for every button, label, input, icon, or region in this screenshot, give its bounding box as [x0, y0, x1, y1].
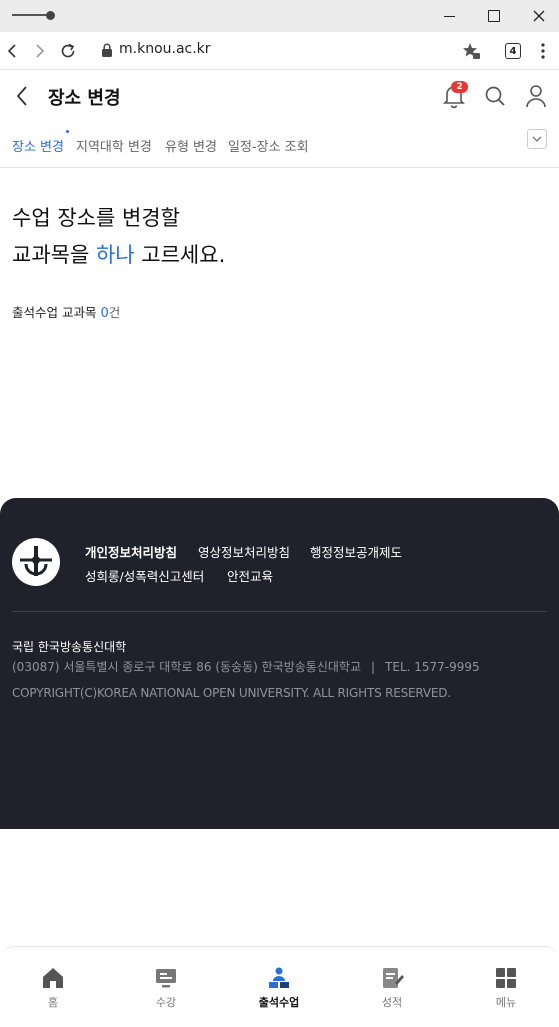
star-puzzle-icon — [463, 43, 480, 59]
headline-pre: 교과목을 — [12, 243, 96, 267]
tab-region-change[interactable]: 지역대학 변경 — [76, 136, 152, 155]
nav-menu[interactable]: 메뉴 — [466, 965, 546, 1010]
grade-icon — [383, 968, 404, 988]
footer-link-cctv[interactable]: 영상정보처리방침 — [198, 542, 290, 561]
tab-switcher-button[interactable]: 4 — [501, 39, 525, 63]
search-icon — [485, 86, 505, 106]
more-vert-icon — [541, 43, 545, 59]
browser-forward-button[interactable] — [28, 39, 52, 63]
headline-line1: 수업 장소를 변경할 — [12, 206, 180, 230]
browser-reload-button[interactable] — [56, 39, 80, 63]
footer-link-disclosure[interactable]: 행정정보공개제도 — [310, 542, 402, 561]
lock-icon — [102, 43, 112, 57]
footer-tel: TEL. 1577-9995 — [385, 660, 480, 674]
user-button[interactable] — [523, 82, 549, 110]
close-icon — [533, 10, 545, 22]
back-button[interactable] — [10, 82, 34, 110]
tab-bar: 장소 변경 지역대학 변경 유형 변경 일정-장소 조회 — [0, 122, 559, 168]
footer-divider — [12, 611, 547, 612]
nav-attendance[interactable]: 출석수업 — [239, 965, 319, 1010]
footer-address-text: (03087) 서울특별시 종로구 대학로 86 (동숭동) 한국방송통신대학교 — [12, 660, 361, 674]
footer-copyright: COPYRIGHT(C)KOREA NATIONAL OPEN UNIVERSI… — [12, 686, 451, 700]
chevron-left-icon — [16, 86, 27, 106]
app-header: 장소 변경 — [0, 70, 559, 122]
nav-courses[interactable]: 수강 — [126, 965, 206, 1010]
tab-count: 4 — [505, 43, 521, 59]
footer-separator: | — [370, 660, 376, 674]
page-title: 장소 변경 — [48, 88, 121, 109]
footer-university: 국립 한국방송통신대학 — [12, 640, 127, 654]
active-tab-indicator — [66, 130, 69, 133]
course-count: 출석수업 교과목 0건 — [12, 302, 120, 321]
browser-back-button[interactable] — [0, 39, 24, 63]
nav-attendance-label: 출석수업 — [258, 996, 300, 1009]
nav-grades[interactable]: 성적 — [352, 965, 432, 1010]
course-count-label: 출석수업 교과목 — [12, 305, 101, 320]
instruction-headline: 수업 장소를 변경할 교과목을 하나 고르세요. — [12, 200, 225, 274]
window-titlebar — [0, 0, 559, 32]
footer-link-safety[interactable]: 안전교육 — [227, 566, 273, 585]
search-button[interactable] — [482, 83, 508, 109]
notification-badge: 2 — [451, 81, 468, 93]
bottom-nav: 홈 수강 출석수업 성적 메뉴 — [0, 946, 559, 1027]
attendance-icon — [269, 967, 289, 988]
tab-type-change[interactable]: 유형 변경 — [165, 136, 217, 155]
course-count-value: 0 — [100, 306, 109, 321]
nav-home[interactable]: 홈 — [13, 965, 93, 1010]
headline-post: 고르세요. — [134, 243, 226, 267]
tabs-expand-button[interactable] — [527, 129, 547, 149]
home-icon — [43, 968, 63, 988]
extensions-button[interactable] — [459, 39, 483, 63]
minimize-button[interactable] — [437, 4, 461, 28]
footer-address: (03087) 서울특별시 종로구 대학로 86 (동숭동) 한국방송통신대학교… — [12, 658, 480, 675]
footer-link-privacy[interactable]: 개인정보처리방침 — [85, 542, 177, 561]
course-count-unit: 건 — [108, 305, 121, 320]
tab-schedule-lookup[interactable]: 일정-장소 조회 — [228, 136, 309, 155]
monitor-icon — [156, 969, 176, 988]
grid-icon — [496, 968, 516, 988]
reload-icon — [61, 43, 75, 58]
user-icon — [526, 85, 546, 108]
nav-courses-label: 수강 — [155, 996, 177, 1009]
nav-home-label: 홈 — [47, 996, 59, 1009]
address-bar-url[interactable]: m.knou.ac.kr — [119, 41, 211, 57]
nav-menu-label: 메뉴 — [495, 996, 517, 1009]
close-button[interactable] — [527, 4, 551, 28]
window-slider-knob[interactable] — [46, 11, 55, 20]
arrow-right-icon — [36, 44, 45, 58]
footer-link-harassment[interactable]: 성희롱/성폭력신고센터 — [85, 566, 204, 585]
tab-place-change[interactable]: 장소 변경 — [12, 136, 64, 155]
browser-menu-button[interactable] — [531, 39, 555, 63]
browser-toolbar: m.knou.ac.kr 4 — [0, 32, 559, 70]
arrow-left-icon — [7, 44, 16, 58]
chevron-down-icon — [532, 136, 542, 142]
headline-accent: 하나 — [95, 243, 135, 267]
site-footer: 개인정보처리방침 영상정보처리방침 행정정보공개제도 성희롱/성폭력신고센터 안… — [0, 498, 559, 829]
maximize-button[interactable] — [482, 4, 506, 28]
nav-grades-label: 성적 — [381, 996, 403, 1009]
headline-line2: 교과목을 하나 고르세요. — [12, 237, 225, 274]
knou-logo-icon — [12, 538, 60, 586]
